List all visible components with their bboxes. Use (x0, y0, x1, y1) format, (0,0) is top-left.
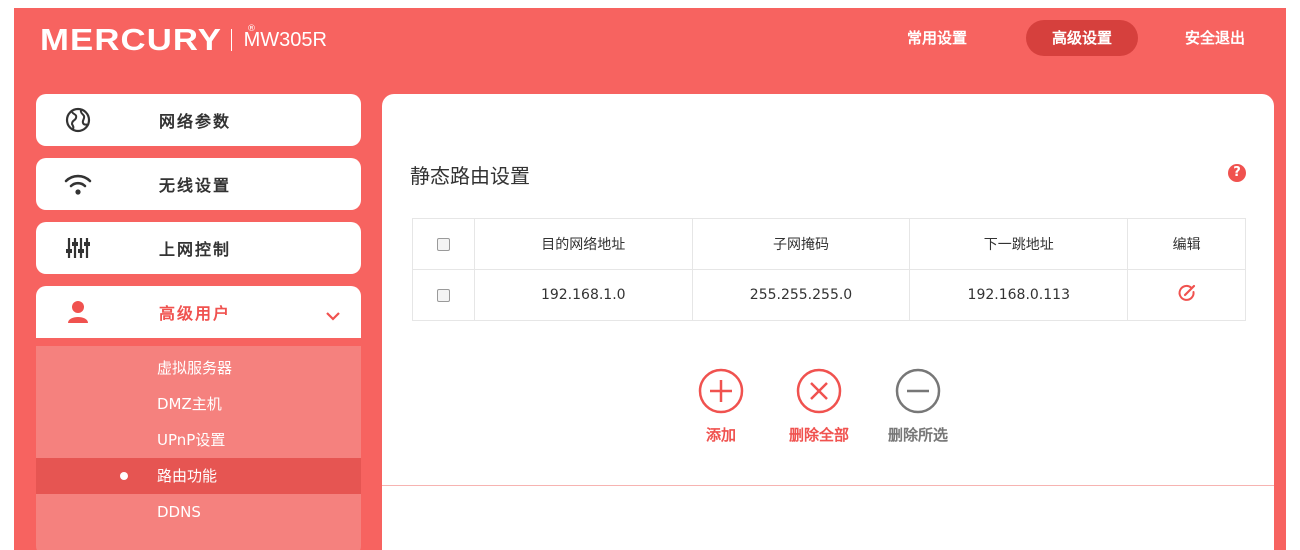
submenu-item-virtual-server[interactable]: 虚拟服务器 (36, 350, 361, 386)
help-icon[interactable]: ? (1228, 164, 1246, 182)
minus-circle-icon (895, 368, 941, 414)
submenu-item-label: DMZ主机 (157, 395, 222, 413)
sidebar-item-label: 上网控制 (159, 240, 232, 259)
column-header: 编辑 (1127, 218, 1246, 270)
table-header-row: 目的网络地址 子网掩码 下一跳地址 编辑 (412, 218, 1246, 270)
wifi-icon (64, 170, 92, 198)
active-dot-icon (120, 472, 128, 480)
nav-logout[interactable]: 安全退出 (1160, 20, 1270, 56)
dest-network-cell: 192.168.1.0 (473, 269, 693, 321)
submenu-item-label: UPnP设置 (157, 431, 226, 449)
next-hop-cell: 192.168.0.113 (909, 269, 1129, 321)
submenu-item-upnp[interactable]: UPnP设置 (36, 422, 361, 458)
sidebar-item-label: 无线设置 (159, 176, 232, 195)
x-circle-icon (796, 368, 842, 414)
nav-common-settings[interactable]: 常用设置 (892, 20, 982, 56)
sliders-icon (64, 234, 92, 262)
sidebar-item-label: 网络参数 (159, 112, 232, 131)
static-route-table: 目的网络地址 子网掩码 下一跳地址 编辑 192.168.1.0 255.255… (412, 218, 1246, 321)
chevron-down-icon[interactable] (325, 306, 341, 325)
column-header: 下一跳地址 (909, 218, 1129, 270)
user-icon (64, 298, 92, 326)
delete-all-button[interactable]: 删除全部 (779, 368, 859, 445)
column-header: 目的网络地址 (473, 218, 693, 270)
brand-name: MERCURY (40, 22, 223, 57)
edit-icon[interactable] (1177, 283, 1197, 307)
select-all-checkbox[interactable] (436, 237, 450, 251)
sidebar-submenu: 虚拟服务器 DMZ主机 UPnP设置 路由功能 DDNS (36, 346, 361, 550)
row-checkbox[interactable] (436, 288, 450, 302)
subnet-mask-cell: 255.255.255.0 (691, 269, 911, 321)
delete-selected-button[interactable]: 删除所选 (878, 368, 958, 445)
sidebar-item-internet-control[interactable]: 上网控制 (36, 222, 361, 274)
delete-all-label: 删除全部 (788, 426, 849, 444)
submenu-item-ddns[interactable]: DDNS (36, 494, 361, 530)
edit-cell (1127, 269, 1246, 321)
nav-advanced-settings[interactable]: 高级设置 (1026, 20, 1138, 56)
sidebar-item-advanced-user[interactable]: 高级用户 (36, 286, 361, 338)
add-label: 添加 (705, 426, 736, 444)
select-all-cell (412, 218, 475, 270)
table-row: 192.168.1.0 255.255.255.0 192.168.0.113 (412, 269, 1246, 321)
page-title: 静态路由设置 (410, 164, 530, 188)
panel-divider (382, 485, 1274, 486)
delete-selected-label: 删除所选 (887, 426, 948, 444)
logo-separator (230, 29, 232, 51)
add-button[interactable]: 添加 (681, 368, 761, 445)
content-panel: 静态路由设置 ? 目的网络地址 子网掩码 下一跳地址 编辑 192.168.1.… (382, 94, 1274, 550)
submenu-item-label: 路由功能 (157, 467, 218, 485)
plus-circle-icon (698, 368, 744, 414)
sidebar-item-wireless[interactable]: 无线设置 (36, 158, 361, 210)
submenu-item-routing[interactable]: 路由功能 (36, 458, 361, 494)
brand-registered-mark: ® (247, 24, 256, 34)
submenu-item-label: DDNS (157, 503, 201, 521)
submenu-item-label: 虚拟服务器 (157, 359, 233, 377)
action-bar: 添加 删除全部 删除所选 (382, 368, 1274, 458)
column-header: 子网掩码 (691, 218, 911, 270)
app-frame: MERCURY ® MW305R 常用设置 高级设置 安全退出 网络参数 无线设… (14, 8, 1286, 550)
brand-logo: MERCURY ® MW305R (40, 22, 327, 58)
row-select-cell (412, 269, 475, 321)
sidebar-item-network[interactable]: 网络参数 (36, 94, 361, 146)
submenu-item-dmz[interactable]: DMZ主机 (36, 386, 361, 422)
globe-icon (64, 106, 92, 134)
model-name: MW305R (243, 28, 327, 51)
sidebar-item-label: 高级用户 (159, 304, 232, 323)
